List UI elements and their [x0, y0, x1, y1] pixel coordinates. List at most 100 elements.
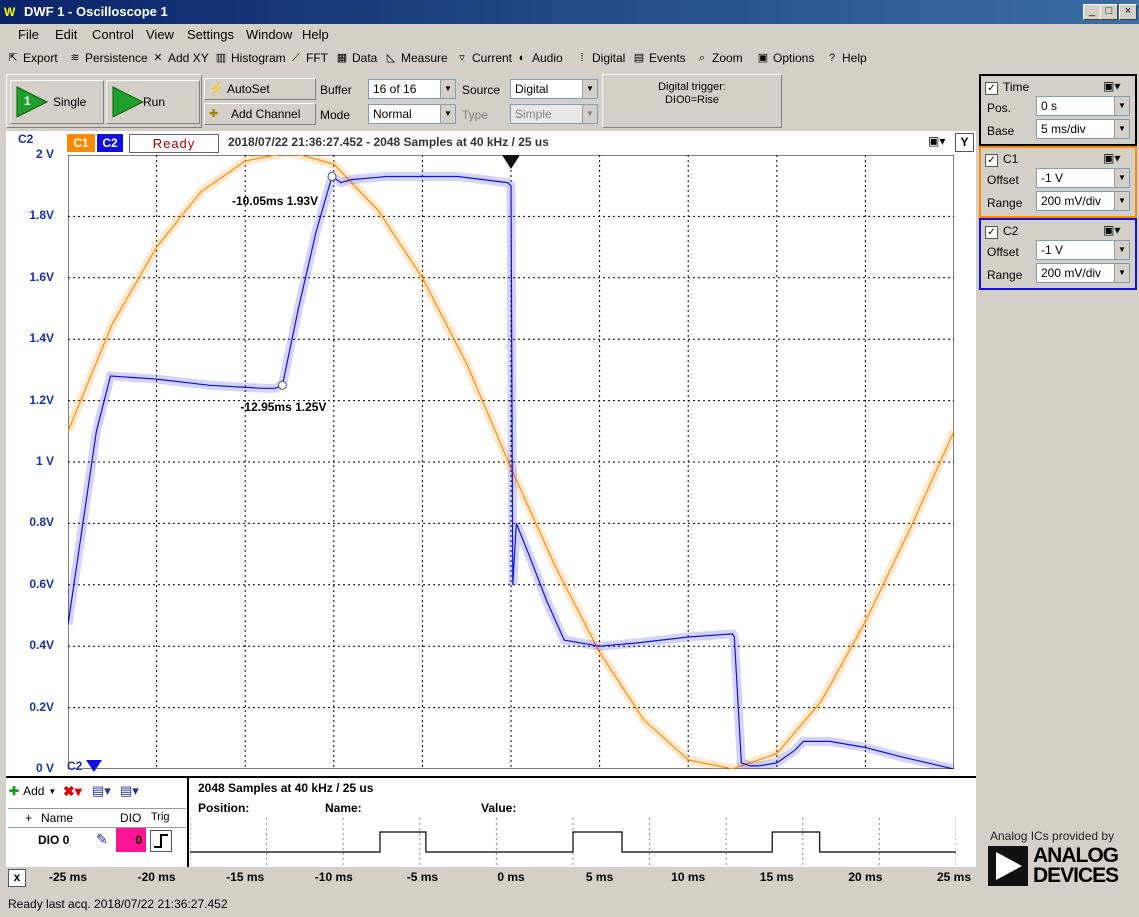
y-tick-label: 0.6V	[29, 576, 54, 591]
measure-icon: ◺	[386, 52, 396, 64]
source-select[interactable]: Digital ▼	[510, 79, 598, 99]
zoom-icon: ⌕	[698, 52, 706, 64]
x-tick-label: 10 ms	[671, 870, 706, 884]
add-signal-button[interactable]: ✚ Add ▼	[9, 784, 56, 798]
c2-offset-marker-icon[interactable]	[86, 760, 102, 772]
toolbar: ⇱ Export ≋ Persistence ✕ Add XY ▥ Histogram …	[0, 47, 1139, 71]
c1-offset-select[interactable]: -1 V ▼	[1036, 168, 1130, 188]
y-axis-button[interactable]: Y	[955, 133, 974, 152]
single-button[interactable]: 1 Single	[10, 80, 104, 124]
time-enabled-checkbox[interactable]: ✓	[985, 82, 998, 95]
zoom-button[interactable]: ⌕ Zoom	[695, 51, 743, 65]
export-button[interactable]: ⇱ Export	[6, 51, 57, 65]
type-select[interactable]: Simple ▼	[510, 104, 598, 124]
digital-button[interactable]: ⁞ Digital	[575, 51, 625, 65]
events-button[interactable]: ▤ Events	[632, 51, 686, 65]
brand-name-line2: DEVICES	[1033, 864, 1119, 887]
c2-offset-select[interactable]: -1 V ▼	[1036, 240, 1130, 260]
trigger-position-icon[interactable]	[502, 155, 520, 169]
options-icon: ▣	[757, 52, 769, 64]
scope-plot[interactable]	[68, 155, 954, 769]
c1-channel-tab[interactable]: C1	[67, 134, 95, 152]
acquisition-status: Ready	[129, 134, 219, 153]
cursor-label-2[interactable]: -12.95ms 1.25V	[240, 400, 326, 414]
logic-waveform[interactable]	[190, 818, 956, 866]
options-button[interactable]: ▣ Options	[756, 51, 815, 65]
x-tick-label: -5 ms	[406, 870, 439, 884]
x-tick-label: -10 ms	[314, 870, 353, 884]
c2-channel-tab[interactable]: C2	[97, 134, 123, 152]
view-options-icon[interactable]: ▣▾	[928, 134, 945, 148]
persistence-button[interactable]: ≋ Persistence	[68, 51, 147, 65]
add-channel-icon: ✚	[209, 108, 219, 120]
y-tick-label: 0.2V	[29, 699, 54, 714]
y-tick-label: 2 V	[35, 147, 54, 161]
add-channel-button[interactable]: ✚ Add Channel	[204, 103, 316, 125]
menu-file[interactable]: File	[18, 27, 39, 42]
cursor-label-1[interactable]: -10.05ms 1.93V	[232, 194, 318, 208]
acquisition-info: 2018/07/22 21:36:27.452 - 2048 Samples a…	[228, 135, 549, 149]
type-label: Type	[462, 108, 489, 122]
remove-signal-icon[interactable]: ✖▾	[63, 783, 82, 800]
logic-row-dio0[interactable]: DIO 0 ✎ 0	[8, 828, 186, 852]
run-button[interactable]: Run	[106, 80, 200, 124]
current-button[interactable]: ▿ Current	[455, 51, 512, 65]
time-options-icon[interactable]: ▣▾	[1103, 79, 1120, 93]
c2-enabled-checkbox[interactable]: ✓	[985, 226, 998, 239]
time-base-select[interactable]: 5 ms/div ▼	[1036, 119, 1130, 139]
xy-icon: ✕	[153, 52, 163, 64]
edit-signal-icon[interactable]: ▤▾	[92, 783, 111, 799]
y-tick-label: 1.4V	[29, 331, 54, 346]
maximize-button[interactable]: □	[1100, 4, 1118, 20]
data-button[interactable]: ▦ Data	[335, 51, 378, 65]
help-button[interactable]: ? Help	[825, 51, 867, 65]
source-label: Source	[462, 83, 501, 97]
c1-enabled-checkbox[interactable]: ✓	[985, 154, 998, 167]
c1-range-select[interactable]: 200 mV/div ▼	[1036, 191, 1130, 211]
mode-label: Mode	[320, 108, 351, 122]
chevron-down-icon: ▼	[440, 80, 455, 98]
logic-info: 2048 Samples at 40 kHz / 25 us	[198, 781, 374, 795]
measure-button[interactable]: ◺ Measure	[384, 51, 448, 65]
audio-icon: ◐	[518, 52, 526, 64]
dio-value-badge: 0	[116, 828, 146, 852]
histogram-button[interactable]: ▥ Histogram	[214, 51, 286, 65]
close-button[interactable]: ×	[1119, 4, 1137, 20]
menu-control[interactable]: Control	[92, 27, 134, 42]
minimize-button[interactable]: _	[1083, 4, 1101, 20]
menu-window[interactable]: Window	[246, 27, 292, 42]
close-logic-button[interactable]: x	[8, 869, 26, 887]
y-tick-label: 0.8V	[29, 515, 54, 530]
time-position-select[interactable]: 0 s ▼	[1036, 96, 1130, 116]
edit-pencil-icon[interactable]: ✎	[96, 831, 108, 848]
signal-options-icon[interactable]: ▤▾	[120, 783, 139, 799]
buffer-select[interactable]: 16 of 16 ▼	[368, 79, 456, 99]
rising-edge-trigger-icon[interactable]	[150, 830, 172, 852]
run-play-icon	[112, 86, 145, 118]
c2-range-select[interactable]: 200 mV/div ▼	[1036, 263, 1130, 283]
menu-view[interactable]: View	[146, 27, 174, 42]
c2-panel: ✓ C2 ▣▾ Offset -1 V ▼ Range 200 mV/div ▼	[979, 218, 1137, 290]
logic-table-header: + Name DIO Trig	[8, 808, 186, 828]
histogram-icon: ▥	[215, 52, 227, 64]
audio-button[interactable]: ◐ Audio	[515, 51, 563, 65]
y-tick-label: 1.8V	[29, 208, 54, 223]
brand-caption: Analog ICs provided by	[990, 829, 1115, 843]
fft-button[interactable]: ⟋ FFT	[289, 51, 328, 65]
cursor-marker	[327, 171, 337, 181]
buffer-label: Buffer	[320, 83, 352, 97]
menu-settings[interactable]: Settings	[187, 27, 234, 42]
add-xy-button[interactable]: ✕ Add XY	[151, 51, 208, 65]
c1-panel: ✓ C1 ▣▾ Offset -1 V ▼ Range 200 mV/div ▼	[979, 146, 1137, 218]
data-icon: ▦	[336, 52, 348, 64]
c1-options-icon[interactable]: ▣▾	[1103, 151, 1120, 165]
mode-select[interactable]: Normal ▼	[368, 104, 456, 124]
autoset-button[interactable]: ⚡ AutoSet	[204, 78, 316, 100]
menu-edit[interactable]: Edit	[55, 27, 77, 42]
x-tick-label: 5 ms	[585, 870, 614, 884]
c2-options-icon[interactable]: ▣▾	[1103, 223, 1120, 237]
analog-devices-logo-icon	[988, 846, 1028, 886]
menu-help[interactable]: Help	[302, 27, 329, 42]
chevron-down-icon: ▼	[582, 80, 597, 98]
single-badge: 1	[24, 94, 31, 108]
